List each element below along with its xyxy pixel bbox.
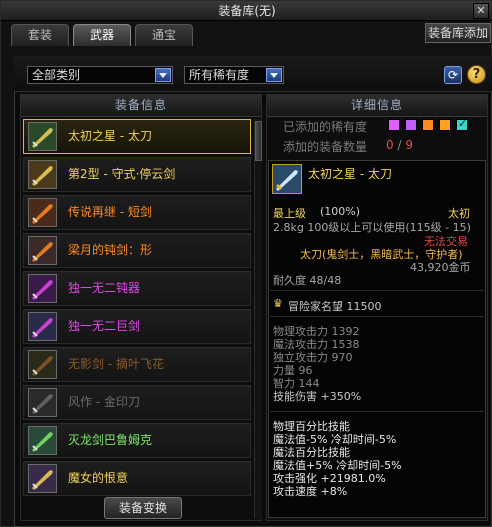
tooltip-divider [270,316,484,317]
category-select[interactable]: 全部类别 [27,66,173,84]
list-item-label: 灭龙剑巴鲁姆克 [68,433,153,447]
library-add-tab[interactable]: 装备库添加 [425,23,491,43]
detail-panel-header: 详细信息 [267,95,487,117]
tooltip-reputation: 冒险家名望 11500 [288,300,382,313]
added-rarity-label: 已添加的稀有度 [283,120,368,134]
tab-tongbao[interactable]: 通宝 [135,24,193,46]
list-item[interactable]: 太初之星 - 太刀 [23,119,251,154]
list-panel-header: 装备信息 [21,95,261,117]
rarity-checkbox[interactable] [405,119,417,131]
category-select-value: 全部类别 [32,68,81,82]
greatsword-icon [28,312,57,341]
club-icon [28,464,57,493]
tab-weapon[interactable]: 武器 [73,24,131,46]
tooltip-grade-pct: (100%) [320,205,361,218]
tooltip-divider [270,290,484,291]
list-item-label: 无影剑 - 摘叶飞花 [68,357,164,371]
list-item[interactable]: 第2型 - 守式·停云剑 [23,157,251,192]
list-item-label: 太初之星 - 太刀 [68,129,152,143]
list-item[interactable]: 灭龙剑巴鲁姆克 [23,423,251,458]
sword-icon [28,426,57,455]
rarity-checkbox[interactable] [388,119,400,131]
tooltip-effect: 攻击速度 +8% [273,485,348,498]
equipment-list-panel: 装备信息 太初之星 - 太刀第2型 - 守式·停云剑 传说再继 - 短剑 梁月的钝剑… [20,94,262,521]
close-button[interactable]: ✕ [473,3,489,19]
chevron-down-icon [155,68,171,82]
list-item[interactable]: 风作 - 金印刀 [23,385,251,420]
list-item-label: 独一无二钝器 [68,281,141,295]
dagger-icon [28,198,57,227]
rarity-checkbox[interactable]: ✓ [456,117,468,131]
rarity-checkbox[interactable] [439,119,451,131]
rarity-select-value: 所有稀有度 [189,68,250,82]
club-icon [28,274,57,303]
tooltip-divider [270,411,484,412]
refresh-button[interactable]: ⟳ [444,66,462,84]
list-item[interactable]: 梁月的钝剑：形 [23,233,251,268]
sword-icon [28,350,57,379]
reputation-icon: ♛ [273,297,283,310]
tooltip-item-name: 太初之星 - 太刀 [308,167,392,181]
scroll-thumb[interactable] [255,121,262,161]
tooltip-price: 43,920金币 [410,261,471,274]
rarity-select[interactable]: 所有稀有度 [184,66,284,84]
added-count-total: 9 [405,138,413,152]
tooltip-durability: 耐久度 48/48 [273,274,342,287]
blade-icon [28,236,57,265]
refresh-icon: ⟳ [447,68,459,82]
tooltip-stat: 技能伤害 +350% [273,390,362,403]
list-item[interactable]: 魔女的恨意 [23,461,251,496]
blade-icon [28,388,57,417]
list-item[interactable]: 独一无二巨剑 [23,309,251,344]
sword-icon [272,164,302,194]
sword-icon [28,122,57,151]
tab-bar: 套装 武器 通宝 [11,24,193,46]
list-item[interactable]: 独一无二钝器 [23,271,251,306]
list-item-label: 风作 - 金印刀 [68,395,140,409]
list-item-label: 魔女的恨意 [68,471,129,485]
list-item[interactable]: 无影剑 - 摘叶飞花 [23,347,251,382]
rarity-checkbox[interactable] [422,119,434,131]
question-icon: ? [472,67,481,82]
added-count: 0 / 9 [386,138,413,152]
equipment-swap-button[interactable]: 装备变换 [104,497,182,519]
chevron-down-icon [266,68,282,82]
list-item-label: 梁月的钝剑：形 [68,243,153,257]
list-item[interactable]: 传说再继 - 短剑 [23,195,251,230]
sword-icon [28,160,57,189]
added-count-label: 添加的装备数量 [283,140,368,154]
help-button[interactable]: ? [467,65,486,84]
added-count-value: 0 [386,138,394,152]
tab-suit[interactable]: 套装 [11,24,69,46]
equipment-list: 太初之星 - 太刀第2型 - 守式·停云剑 传说再继 - 短剑 梁月的钝剑：形 独一无… [23,119,251,499]
window-title: 装备库(无) [1,1,492,21]
list-item-label: 传说再继 - 短剑 [68,205,152,219]
list-item-label: 独一无二巨剑 [68,319,141,333]
list-scrollbar[interactable] [254,119,262,519]
list-item-label: 第2型 - 守式·停云剑 [68,167,176,181]
